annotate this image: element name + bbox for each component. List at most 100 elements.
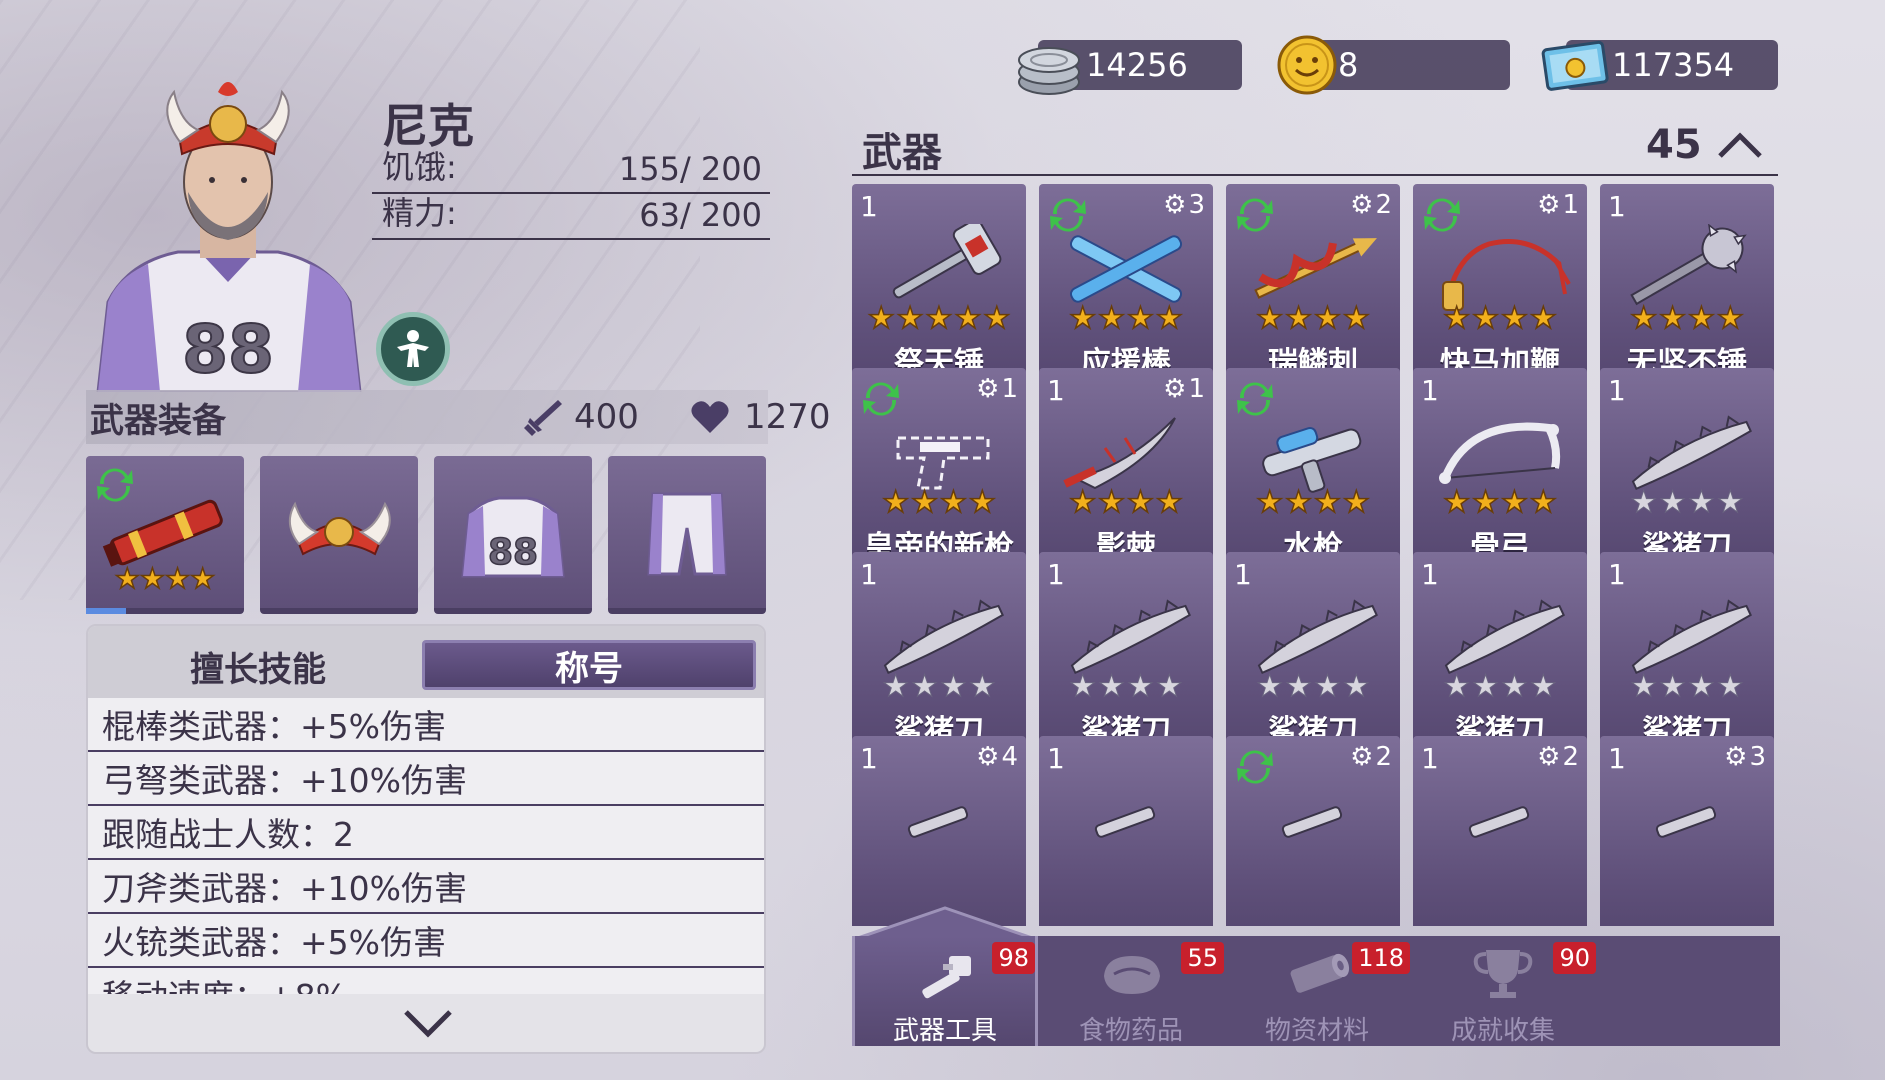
weapon-level: 1	[1421, 742, 1439, 775]
inventory-count-value: 45	[1646, 122, 1702, 168]
weapon-card[interactable]: ⚙ 3 ★ ★ ★ ★ 应援棒	[1039, 184, 1213, 392]
silver-counter[interactable]: 14256	[1018, 40, 1242, 95]
weapon-card[interactable]: 1 ★ ★ ★ ★ 鲨猪刀	[1600, 368, 1774, 576]
star-icon: ★	[1256, 669, 1284, 704]
weapon-card[interactable]: ⚙ 1 ★ ★ ★ ★ 皇帝的新枪	[852, 368, 1026, 576]
weapon-card[interactable]: 1 ★ ★ ★ ★ 骨弓	[1413, 368, 1587, 576]
star-icon: ★	[1472, 669, 1500, 704]
weapon-card[interactable]: 1 ★ ★ ★ ★ 鲨猪刀	[852, 552, 1026, 760]
tab-weapons-tools[interactable]: 武器工具 98	[852, 936, 1038, 1046]
star-icon: ★	[1716, 301, 1744, 336]
gear-value: 4	[1001, 742, 1018, 772]
weapon-card[interactable]: ⚙ 1 ★ ★ ★ ★ 快马加鞭	[1413, 184, 1587, 392]
star-icon: ★	[1471, 485, 1499, 520]
gear-value: 2	[1375, 742, 1392, 772]
tab-achievements[interactable]: 成就收集 90	[1410, 936, 1596, 1046]
weapon-card[interactable]: ⚙ 2	[1226, 736, 1400, 926]
equip-slot-legs[interactable]	[608, 456, 766, 614]
misc-icon	[1468, 806, 1530, 838]
weapon-card[interactable]: 1 ★ ★ ★ ★ 鲨猪刀	[1226, 552, 1400, 760]
star-icon: ★	[1529, 485, 1557, 520]
weapon-card[interactable]: 1 ★ ★ ★ ★ ★ 祭天锤	[852, 184, 1026, 392]
skills-panel: 擅长技能 称号 棍棒类武器：+5%伤害 弓弩类武器：+10%伤害 跟随战士人数：…	[86, 624, 766, 1054]
gold-counter[interactable]: 8	[1277, 35, 1510, 95]
star-icon: ★	[1342, 669, 1370, 704]
inventory-count[interactable]: 45	[1646, 122, 1764, 168]
weapon-level: 1	[860, 558, 878, 591]
equipment-header: 武器装备 400 1270	[86, 390, 831, 444]
equip-slot-head[interactable]	[260, 456, 418, 614]
star-icon: ★	[911, 669, 939, 704]
ticket-counter[interactable]: 117354	[1541, 40, 1778, 91]
gear-icon: ⚙	[1724, 742, 1748, 772]
star-icon: ★	[1688, 669, 1716, 704]
tab-badge: 118	[1352, 942, 1410, 974]
skill-row: 跟随战士人数：2	[88, 806, 764, 860]
weapon-level: 1	[1608, 558, 1626, 591]
star-icon: ★	[1629, 301, 1658, 336]
star-icon: ★	[867, 301, 895, 336]
gear-value: 3	[1749, 742, 1766, 772]
inventory-title: 武器	[862, 130, 942, 176]
ticket-icon	[1541, 40, 1609, 91]
weapon-card[interactable]: 1 ⚙ 4	[852, 736, 1026, 926]
character-portrait: 88	[96, 82, 362, 392]
gear-value: 3	[1188, 190, 1205, 220]
tab-label: 物资材料	[1264, 1016, 1369, 1046]
skill-row: 移动速度：+8%	[88, 968, 764, 994]
weapon-card[interactable]: 1 ⚙ 2	[1413, 736, 1587, 926]
health-value: 1270	[744, 397, 831, 437]
equip-slot-weapon[interactable]: ★★★★	[86, 456, 244, 614]
weapon-gear-count: ⚙ 4	[976, 742, 1018, 772]
tab-food-medicine[interactable]: 食物药品 55	[1038, 936, 1224, 1046]
skill-row: 刀斧类武器：+10%伤害	[88, 860, 764, 914]
star-icon: ★	[1471, 301, 1499, 336]
tab-badge: 90	[1553, 942, 1596, 974]
star-icon: ★	[983, 301, 1011, 336]
fighter-icon	[397, 330, 429, 367]
weapon-card[interactable]: 1 ⚙ 3	[1600, 736, 1774, 926]
misc-icon	[907, 806, 969, 838]
tab-titles[interactable]: 称号	[422, 640, 756, 690]
rocket-launcher-stars: ★★★★	[114, 561, 216, 596]
weapon-card[interactable]: 1 ★ ★ ★ ★ 鲨猪刀	[1039, 552, 1213, 760]
star-icon: ★	[1097, 485, 1125, 520]
star-icon: ★	[1284, 301, 1312, 336]
weapon-card[interactable]: 1 ★ ★ ★ ★ 无坚不锤	[1600, 184, 1774, 392]
misc-icon	[1281, 806, 1343, 838]
weapon-level: 1	[860, 190, 878, 223]
gear-icon: ⚙	[976, 374, 1000, 404]
weapon-card[interactable]: 1 ⚙ 1 ★ ★ ★ ★ 影棘	[1039, 368, 1213, 576]
star-icon: ★	[1688, 485, 1716, 520]
equipment-title: 武器装备	[90, 400, 226, 441]
weapon-card[interactable]: ★ ★ ★ ★ 水枪	[1226, 368, 1400, 576]
weapon-card[interactable]: 1 ★ ★ ★ ★ 鲨猪刀	[1600, 552, 1774, 760]
weapon-level: 1	[1608, 374, 1626, 407]
weapon-gear-count: ⚙ 3	[1163, 190, 1205, 220]
equip-slot-body[interactable]: 88	[434, 456, 592, 614]
energy-stat: 精力: 63/ 200	[372, 194, 770, 240]
class-emblem-button[interactable]	[376, 312, 450, 386]
silver-coins-icon	[1018, 47, 1080, 95]
star-icon: ★	[1716, 485, 1744, 520]
weapon-card[interactable]: ⚙ 2 ★ ★ ★ ★ 瑞鳞刺	[1226, 184, 1400, 392]
star-icon: ★	[1126, 485, 1154, 520]
weapon-level: 1	[1234, 558, 1252, 591]
weapon-card[interactable]: 1 ★ ★ ★ ★ 鲨猪刀	[1413, 552, 1587, 760]
gear-icon: ⚙	[1537, 742, 1561, 772]
gear-value: 1	[1188, 374, 1205, 404]
svg-text:88: 88	[182, 311, 274, 388]
weapon-stars: ★ ★ ★ ★	[1413, 669, 1587, 704]
skill-row: 火铳类武器：+5%伤害	[88, 914, 764, 968]
tab-materials[interactable]: 物资材料 118	[1224, 936, 1410, 1046]
chevron-down-icon[interactable]	[402, 1008, 454, 1038]
star-icon: ★	[939, 485, 967, 520]
star-icon: ★	[896, 301, 924, 336]
heart-icon	[691, 401, 729, 433]
tab-specialty-skills[interactable]: 擅长技能	[94, 638, 422, 694]
weapon-card[interactable]: 1	[1039, 736, 1213, 926]
star-icon: ★	[925, 301, 953, 336]
silver-value: 14256	[1086, 46, 1188, 84]
weapon-gear-count: ⚙ 3	[1724, 742, 1766, 772]
hunger-value: 155/ 200	[618, 150, 762, 188]
